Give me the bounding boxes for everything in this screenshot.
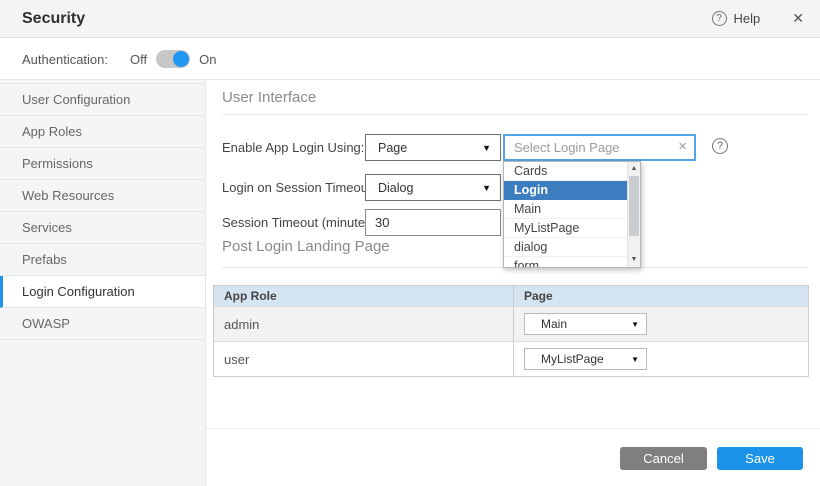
sidebar: User Configuration App Roles Permissions… (0, 80, 206, 486)
user-page-value: MyListPage (541, 352, 604, 366)
sidebar-item-owasp[interactable]: OWASP (0, 308, 205, 340)
field-help-glyph: ? (717, 140, 723, 152)
admin-page-value: Main (541, 317, 567, 331)
column-header-page: Page (514, 286, 808, 306)
login-page-dropdown: Cards Login Main MyListPage dialog form … (503, 161, 641, 268)
section-title-post-login: Post Login Landing Page (222, 238, 390, 255)
dropdown-option-login[interactable]: Login (504, 181, 627, 200)
sidebar-item-login-configuration[interactable]: Login Configuration (0, 276, 205, 308)
sidebar-item-prefabs[interactable]: Prefabs (0, 244, 205, 276)
authentication-label: Authentication: (22, 52, 108, 67)
page-title: Security (22, 10, 85, 28)
dropdown-option-dialog[interactable]: dialog (504, 238, 627, 257)
authentication-bar: Authentication: Off On (0, 39, 820, 80)
scroll-down-icon[interactable]: ▼ (628, 254, 640, 266)
sidebar-list: User Configuration App Roles Permissions… (0, 83, 205, 340)
scrollbar-thumb[interactable] (629, 176, 639, 236)
cancel-button[interactable]: Cancel (620, 447, 707, 470)
user-page-select[interactable]: MyListPage ▼ (524, 348, 647, 370)
section-divider (222, 114, 808, 115)
sidebar-item-services[interactable]: Services (0, 212, 205, 244)
close-icon[interactable]: ✕ (792, 10, 804, 27)
security-dialog: Security ? Help ✕ Authentication: Off On… (0, 0, 820, 486)
sidebar-item-user-configuration[interactable]: User Configuration (0, 84, 205, 116)
sidebar-item-web-resources[interactable]: Web Resources (0, 180, 205, 212)
toggle-on-label: On (199, 52, 216, 67)
title-bar: Security ? Help ✕ (0, 0, 820, 38)
dropdown-option-main[interactable]: Main (504, 200, 627, 219)
enable-app-login-select[interactable]: Page ▼ (365, 134, 501, 161)
field-help-icon[interactable]: ? (712, 138, 728, 154)
dropdown-option-cards[interactable]: Cards (504, 162, 627, 181)
chevron-down-icon: ▼ (482, 143, 491, 153)
dropdown-option-mylistpage[interactable]: MyListPage (504, 219, 627, 238)
login-page-combobox: × (503, 134, 696, 161)
chevron-down-icon: ▼ (482, 183, 491, 193)
app-role-cell: user (214, 342, 514, 376)
session-timeout-login-value: Dialog (378, 181, 413, 195)
session-timeout-login-label: Login on Session Timeout: (222, 174, 375, 201)
dropdown-option-form[interactable]: form (504, 257, 627, 268)
help-icon-glyph: ? (716, 13, 722, 24)
help-icon[interactable]: ? (712, 11, 727, 26)
sidebar-item-app-roles[interactable]: App Roles (0, 116, 205, 148)
page-cell: Main ▼ (514, 307, 808, 341)
column-header-app-role: App Role (214, 286, 514, 306)
page-cell: MyListPage ▼ (514, 342, 808, 376)
save-button[interactable]: Save (717, 447, 803, 470)
footer-divider (206, 428, 820, 429)
toggle-knob (173, 51, 189, 67)
chevron-down-icon: ▼ (631, 355, 639, 364)
enable-app-login-label: Enable App Login Using: (222, 134, 364, 161)
content-panel: User Interface Enable App Login Using: P… (206, 80, 820, 486)
admin-page-select[interactable]: Main ▼ (524, 313, 647, 335)
scroll-up-icon[interactable]: ▲ (628, 163, 640, 175)
authentication-toggle[interactable] (156, 50, 190, 68)
session-timeout-minutes-label: Session Timeout (minutes): (222, 209, 380, 236)
toggle-off-label: Off (130, 52, 147, 67)
table-header-row: App Role Page (214, 286, 808, 306)
login-page-input[interactable] (503, 134, 696, 161)
table-row: admin Main ▼ (214, 306, 808, 341)
session-timeout-login-select[interactable]: Dialog ▼ (365, 174, 501, 201)
chevron-down-icon: ▼ (631, 320, 639, 329)
session-timeout-minutes-input[interactable] (365, 209, 501, 236)
clear-icon[interactable]: × (678, 138, 687, 155)
landing-page-table: App Role Page admin Main ▼ user MyListPa… (213, 285, 809, 377)
table-row: user MyListPage ▼ (214, 341, 808, 376)
dropdown-scrollbar[interactable]: ▲ ▼ (627, 162, 640, 267)
section-title-user-interface: User Interface (222, 89, 316, 106)
titlebar-actions: ? Help ✕ (712, 10, 804, 27)
app-role-cell: admin (214, 307, 514, 341)
sidebar-item-permissions[interactable]: Permissions (0, 148, 205, 180)
help-link[interactable]: Help (734, 11, 761, 26)
enable-app-login-value: Page (378, 141, 407, 155)
